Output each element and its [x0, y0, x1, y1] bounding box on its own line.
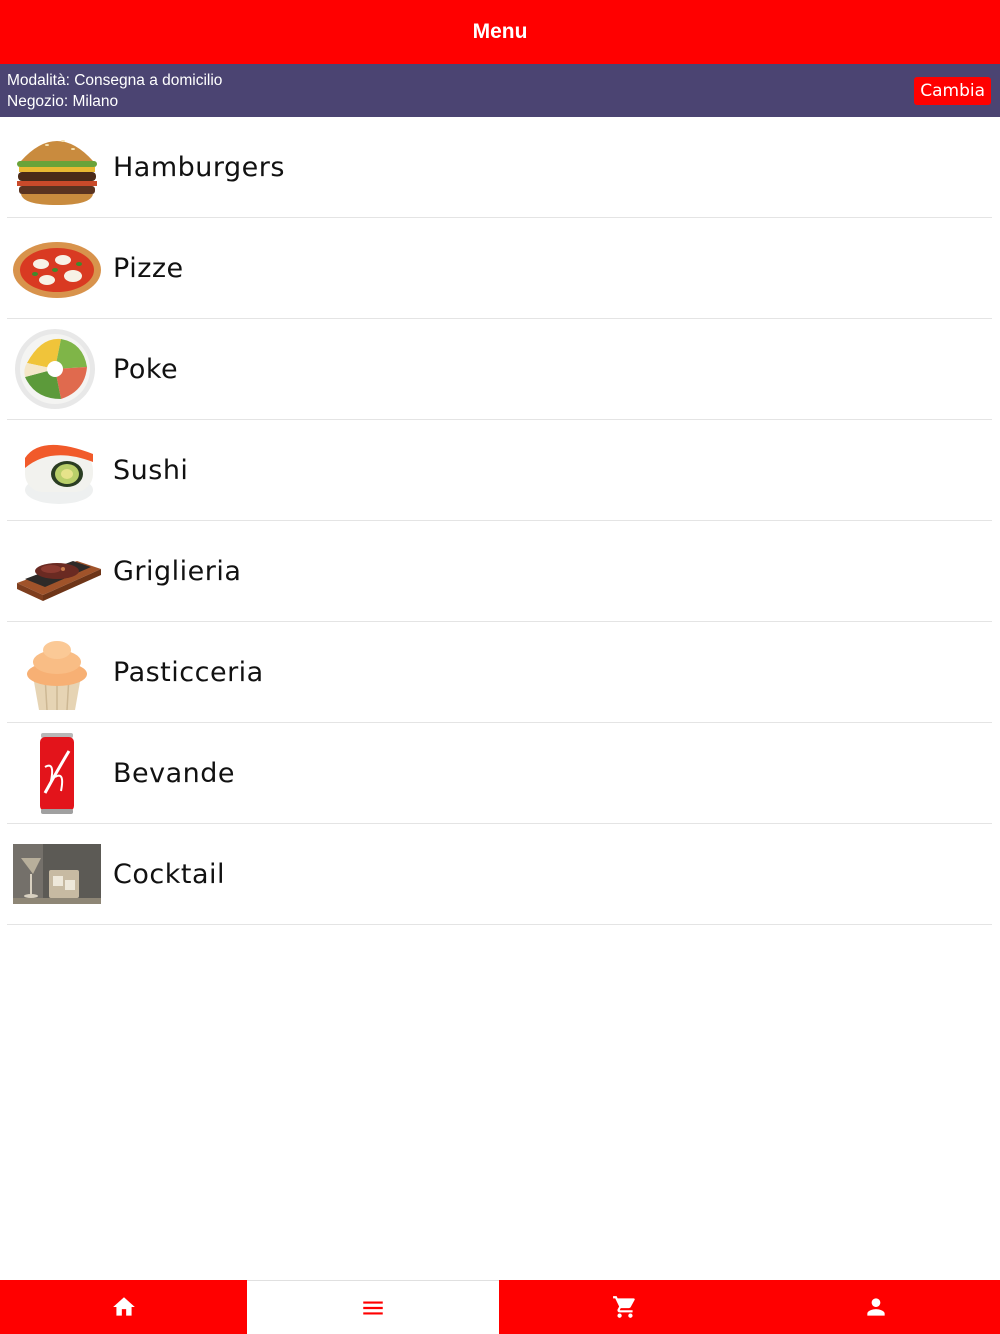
- page-title: Menu: [472, 20, 528, 43]
- home-icon: [112, 1297, 135, 1316]
- tab-menu[interactable]: [247, 1280, 499, 1334]
- store-value: Milano: [72, 93, 119, 110]
- tab-account[interactable]: [751, 1280, 1000, 1334]
- cupcake-image: [27, 641, 87, 711]
- category-label: Cocktail: [113, 858, 225, 890]
- pizza-image: [13, 242, 101, 298]
- tab-home[interactable]: [0, 1280, 247, 1334]
- category-item-cocktail[interactable]: Cocktail: [7, 824, 992, 925]
- delivery-mode-label: Modalità:: [7, 72, 70, 89]
- category-label: Pizze: [113, 252, 184, 284]
- grilled-meat-image: [17, 561, 101, 601]
- delivery-mode-value: Consegna a domicilio: [74, 72, 223, 89]
- store-label: Negozio:: [7, 93, 69, 110]
- category-item-sushi[interactable]: Sushi: [7, 420, 992, 521]
- poke-bowl-image: [15, 329, 95, 409]
- tab-cart[interactable]: [499, 1280, 751, 1334]
- category-label: Sushi: [113, 454, 189, 486]
- change-button[interactable]: Cambia: [914, 77, 991, 105]
- category-item-hamburgers[interactable]: Hamburgers: [7, 117, 992, 218]
- category-item-bevande[interactable]: Bevande: [7, 723, 992, 824]
- cocktail-image: [13, 844, 101, 904]
- category-label: Poke: [113, 353, 179, 385]
- soda-can-image: [40, 733, 74, 814]
- person-icon: [866, 1298, 885, 1316]
- menu-icon: [363, 1301, 383, 1314]
- cart-icon: [613, 1296, 635, 1318]
- bottom-tab-bar: [0, 1280, 1000, 1334]
- category-label: Griglieria: [113, 555, 242, 587]
- top-bar: Menu: [0, 0, 1000, 64]
- app-screen: Menu Modalità: Consegna a domicilio Nego…: [0, 0, 1000, 1334]
- category-label: Bevande: [113, 757, 236, 789]
- hamburger-image: [17, 140, 97, 205]
- sushi-image: [25, 444, 93, 504]
- category-item-pasticceria[interactable]: Pasticceria: [7, 622, 992, 723]
- category-item-griglieria[interactable]: Griglieria: [7, 521, 992, 622]
- order-info-bar: Modalità: Consegna a domicilio Negozio: …: [0, 64, 1000, 117]
- category-item-pizze[interactable]: Pizze: [7, 218, 992, 319]
- category-label: Hamburgers: [113, 151, 285, 183]
- store-line: Negozio: Milano: [7, 93, 118, 111]
- delivery-mode-line: Modalità: Consegna a domicilio: [7, 72, 222, 90]
- category-item-poke[interactable]: Poke: [7, 319, 992, 420]
- category-list: Hamburgers Pizze Poke Sushi Griglieria P…: [0, 117, 1000, 925]
- category-label: Pasticceria: [113, 656, 264, 688]
